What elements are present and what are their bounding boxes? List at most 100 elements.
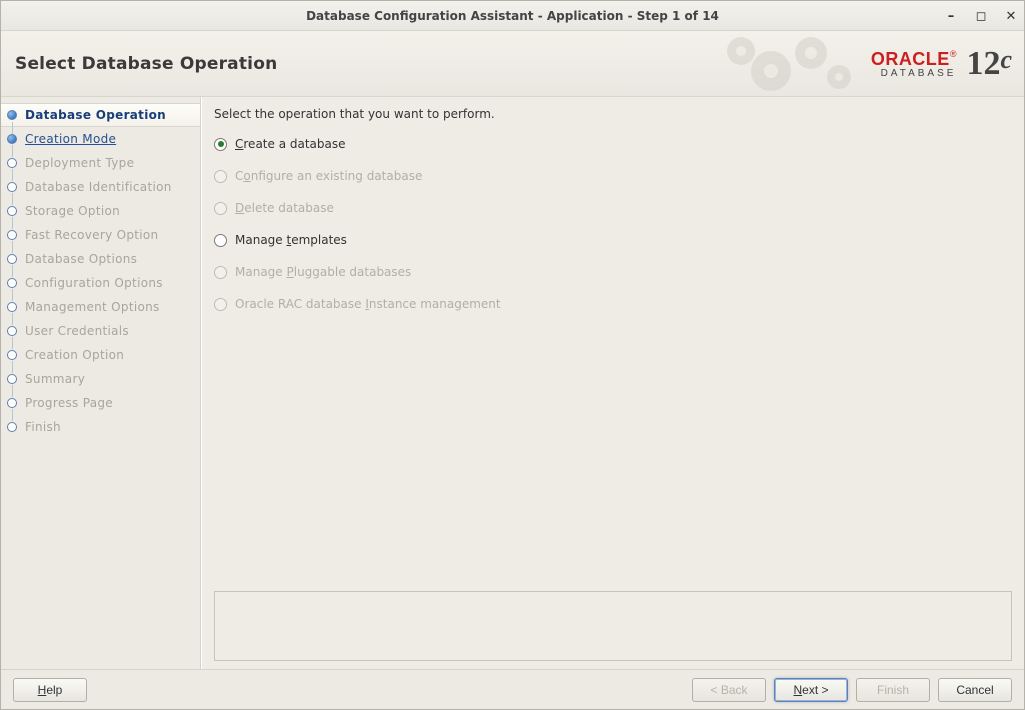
step-bullet-icon xyxy=(7,254,17,264)
step-user-credentials: User Credentials xyxy=(1,319,200,343)
step-bullet-icon xyxy=(7,230,17,240)
step-label: Deployment Type xyxy=(25,156,134,170)
step-bullet-icon xyxy=(7,110,17,120)
step-summary: Summary xyxy=(1,367,200,391)
operation-label-create: Create a database xyxy=(235,137,346,151)
wizard-sidebar: Database Operation Creation Mode Deploymen… xyxy=(1,97,201,669)
step-creation-mode[interactable]: Creation Mode xyxy=(1,127,200,151)
step-database-operation[interactable]: Database Operation xyxy=(1,103,200,127)
logo-registered-icon: ® xyxy=(950,49,957,59)
operation-radio-pluggable xyxy=(214,266,227,279)
header: Select Database Operation ORACLE® DATABA… xyxy=(1,31,1024,97)
step-connector-icon xyxy=(12,265,13,277)
app-window: Database Configuration Assistant - Appli… xyxy=(0,0,1025,710)
operation-options: Create a database Configure an existing d… xyxy=(214,135,1012,313)
step-connector-icon xyxy=(12,169,13,181)
operation-radio-rac xyxy=(214,298,227,311)
body: Database Operation Creation Mode Deploymen… xyxy=(1,97,1024,669)
operation-option-delete: Delete database xyxy=(214,199,1012,217)
step-label: Finish xyxy=(25,420,61,434)
step-configuration-options: Configuration Options xyxy=(1,271,200,295)
instruction-text: Select the operation that you want to pe… xyxy=(214,107,1012,121)
operation-radio-delete xyxy=(214,202,227,215)
step-storage-option: Storage Option xyxy=(1,199,200,223)
step-label: Fast Recovery Option xyxy=(25,228,158,242)
header-right: ORACLE® DATABASE 12c xyxy=(711,31,1024,96)
operation-radio-configure xyxy=(214,170,227,183)
cancel-button[interactable]: Cancel xyxy=(938,678,1012,702)
operation-option-pluggable: Manage Pluggable databases xyxy=(214,263,1012,281)
step-label: Creation Option xyxy=(25,348,124,362)
step-bullet-icon xyxy=(7,350,17,360)
step-list: Database Operation Creation Mode Deploymen… xyxy=(1,103,200,439)
step-connector-icon xyxy=(12,241,13,253)
operation-radio-templates[interactable] xyxy=(214,234,227,247)
operation-label-delete: Delete database xyxy=(235,201,334,215)
step-connector-icon xyxy=(12,217,13,229)
step-bullet-icon xyxy=(7,158,17,168)
step-connector-icon xyxy=(12,145,13,157)
operation-option-templates[interactable]: Manage templates xyxy=(214,231,1012,249)
operation-label-pluggable: Manage Pluggable databases xyxy=(235,265,411,279)
logo-brand-word: ORACLE xyxy=(871,49,950,69)
step-label: Management Options xyxy=(25,300,160,314)
step-connector-icon xyxy=(12,385,13,397)
step-database-identification: Database Identification xyxy=(1,175,200,199)
finish-button[interactable]: Finish xyxy=(856,678,930,702)
step-label: Database Options xyxy=(25,252,137,266)
operation-label-rac: Oracle RAC database Instance management xyxy=(235,297,501,311)
step-connector-icon xyxy=(12,313,13,325)
step-deployment-type: Deployment Type xyxy=(1,151,200,175)
step-bullet-icon xyxy=(7,134,17,144)
step-connector-icon xyxy=(12,409,13,421)
step-label: Summary xyxy=(25,372,85,386)
step-label: Configuration Options xyxy=(25,276,163,290)
operation-option-create[interactable]: Create a database xyxy=(214,135,1012,153)
logo-version: 12c xyxy=(966,45,1012,83)
step-management-options: Management Options xyxy=(1,295,200,319)
footer: Help < Back Next > Finish Cancel xyxy=(1,669,1024,709)
step-progress-page: Progress Page xyxy=(1,391,200,415)
help-button[interactable]: Help xyxy=(13,678,87,702)
step-database-options: Database Options xyxy=(1,247,200,271)
step-fast-recovery-option: Fast Recovery Option xyxy=(1,223,200,247)
step-connector-icon xyxy=(12,361,13,373)
step-label: User Credentials xyxy=(25,324,129,338)
next-button[interactable]: Next > xyxy=(774,678,848,702)
step-bullet-icon xyxy=(7,326,17,336)
gears-decoration-icon xyxy=(711,31,861,97)
step-label: Storage Option xyxy=(25,204,120,218)
window-controls: – ◻ ✕ xyxy=(944,1,1018,31)
oracle-logo: ORACLE® DATABASE 12c xyxy=(871,45,1012,83)
step-connector-icon xyxy=(12,337,13,349)
operation-label-configure: Configure an existing database xyxy=(235,169,422,183)
step-label: Database Operation xyxy=(25,108,166,122)
step-bullet-icon xyxy=(7,278,17,288)
operation-label-templates: Manage templates xyxy=(235,233,347,247)
page-title: Select Database Operation xyxy=(1,54,277,74)
back-button[interactable]: < Back xyxy=(692,678,766,702)
step-bullet-icon xyxy=(7,398,17,408)
window-title: Database Configuration Assistant - Appli… xyxy=(306,9,719,23)
step-label: Database Identification xyxy=(25,180,172,194)
step-finish: Finish xyxy=(1,415,200,439)
close-button[interactable]: ✕ xyxy=(1004,9,1018,23)
message-area xyxy=(214,591,1012,661)
step-bullet-icon xyxy=(7,422,17,432)
step-bullet-icon xyxy=(7,302,17,312)
content-area: Select the operation that you want to pe… xyxy=(201,97,1024,669)
step-bullet-icon xyxy=(7,206,17,216)
operation-option-rac: Oracle RAC database Instance management xyxy=(214,295,1012,313)
operation-option-configure: Configure an existing database xyxy=(214,167,1012,185)
step-connector-icon xyxy=(12,122,13,134)
step-label: Creation Mode xyxy=(25,132,116,146)
logo-brand-sub: DATABASE xyxy=(871,68,957,79)
titlebar: Database Configuration Assistant - Appli… xyxy=(1,1,1024,31)
step-connector-icon xyxy=(12,289,13,301)
step-creation-option: Creation Option xyxy=(1,343,200,367)
maximize-button[interactable]: ◻ xyxy=(974,9,988,23)
step-bullet-icon xyxy=(7,374,17,384)
minimize-button[interactable]: – xyxy=(944,9,958,23)
operation-radio-create[interactable] xyxy=(214,138,227,151)
step-label: Progress Page xyxy=(25,396,113,410)
